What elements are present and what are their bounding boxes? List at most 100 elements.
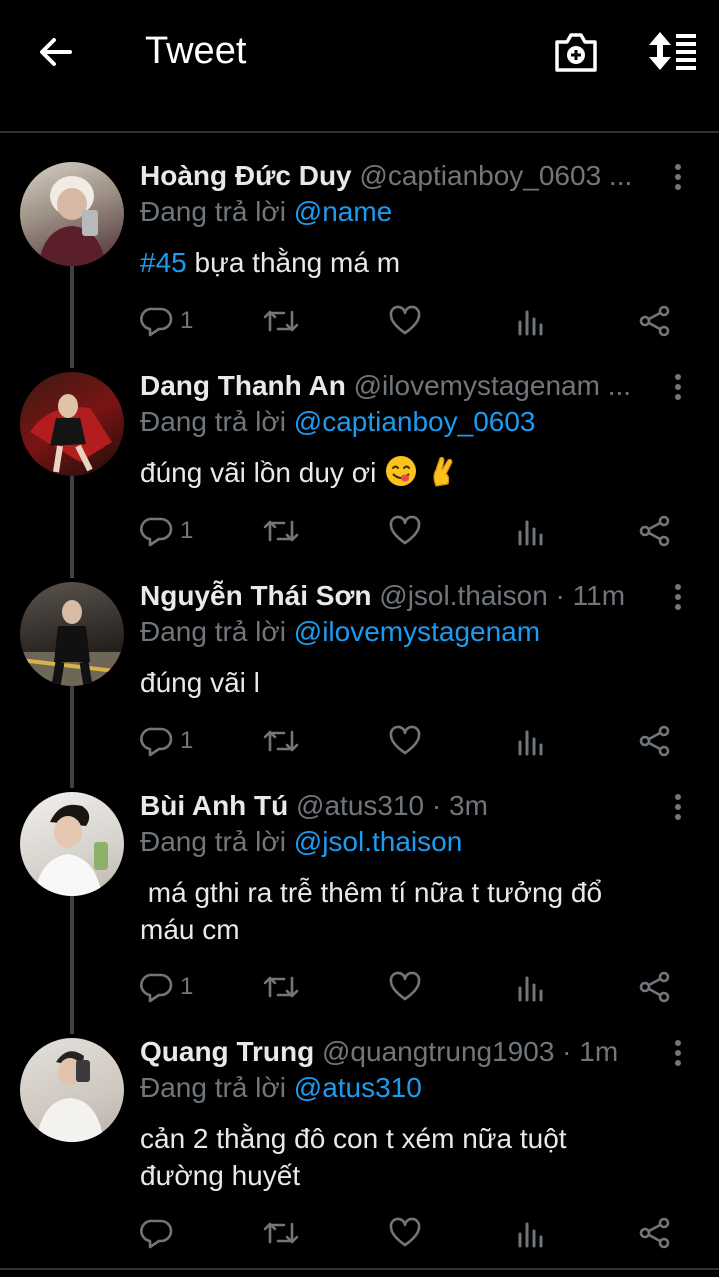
reply-count: 1 bbox=[180, 517, 194, 544]
replying-to: Đang trả lời @name bbox=[140, 196, 392, 228]
avatar[interactable] bbox=[20, 162, 124, 266]
like-button[interactable] bbox=[388, 1213, 422, 1253]
analytics-button[interactable] bbox=[514, 1213, 548, 1253]
avatar[interactable] bbox=[20, 582, 124, 686]
author-line: Nguyễn Thái Sơn @jsol.thaison · 11m bbox=[140, 580, 660, 618]
analytics-icon bbox=[518, 310, 543, 336]
mention-link[interactable]: @name bbox=[294, 196, 392, 227]
replying-to: Đang trả lời @atus310 bbox=[140, 1072, 422, 1104]
share-button[interactable] bbox=[638, 967, 672, 1007]
share-icon bbox=[639, 1217, 670, 1249]
heart-icon bbox=[389, 725, 421, 755]
analytics-icon bbox=[518, 1222, 543, 1248]
author-name[interactable]: Quang Trung bbox=[140, 1036, 314, 1067]
author-line: Quang Trung @quangtrung1903 · 1m bbox=[140, 1036, 660, 1074]
like-button[interactable] bbox=[388, 721, 422, 761]
action-bar: 1 bbox=[140, 721, 680, 761]
back-arrow-icon[interactable] bbox=[36, 32, 76, 72]
analytics-button[interactable] bbox=[514, 967, 548, 1007]
retweet-button[interactable] bbox=[262, 511, 300, 551]
retweet-icon bbox=[263, 310, 299, 332]
tweet-body: đúng vãi lồn duy ơi bbox=[140, 457, 377, 488]
hashtag-link[interactable]: #45 bbox=[140, 247, 187, 278]
tweet[interactable]: Hoàng Đức Duy @captianboy_0603 ... Đang … bbox=[0, 160, 719, 360]
sort-replies-icon[interactable] bbox=[646, 30, 698, 72]
author-name[interactable]: Dang Thanh An bbox=[140, 370, 346, 401]
reply-button[interactable]: 1 bbox=[140, 721, 193, 761]
tweet-body-line: đường huyết bbox=[140, 1160, 301, 1191]
heart-icon bbox=[389, 971, 421, 1001]
avatar[interactable] bbox=[20, 1038, 124, 1142]
reply-button[interactable]: 1 bbox=[140, 301, 193, 341]
share-button[interactable] bbox=[638, 511, 672, 551]
reply-count: 1 bbox=[180, 727, 194, 754]
yum-emoji bbox=[386, 456, 417, 486]
more-options-icon[interactable] bbox=[668, 582, 688, 612]
mention-link[interactable]: @atus310 bbox=[294, 1072, 422, 1103]
analytics-button[interactable] bbox=[514, 511, 548, 551]
header-divider bbox=[0, 131, 719, 133]
tweet-text: má gthi ra trễ thêm tí nữa t tưởng đổ má… bbox=[140, 874, 680, 948]
tweet-text: đúng vãi l bbox=[140, 664, 680, 701]
page-title: Tweet bbox=[145, 30, 247, 72]
retweet-button[interactable] bbox=[262, 967, 300, 1007]
avatar[interactable] bbox=[20, 792, 124, 896]
retweet-icon bbox=[263, 730, 299, 752]
tweet[interactable]: Nguyễn Thái Sơn @jsol.thaison · 11m Đang… bbox=[0, 580, 719, 780]
share-button[interactable] bbox=[638, 1213, 672, 1253]
author-name[interactable]: Bùi Anh Tú bbox=[140, 790, 288, 821]
analytics-button[interactable] bbox=[514, 301, 548, 341]
action-bar bbox=[140, 1213, 680, 1253]
top-bar: Tweet bbox=[0, 0, 719, 132]
like-button[interactable] bbox=[388, 301, 422, 341]
mention-link[interactable]: @ilovemystagenam bbox=[294, 616, 540, 647]
reply-button[interactable] bbox=[140, 1213, 180, 1253]
author-handle[interactable]: @ilovemystagenam ... bbox=[354, 370, 631, 401]
author-handle[interactable]: @atus310 · 3m bbox=[296, 790, 488, 821]
replying-to-label: Đang trả lời bbox=[140, 406, 294, 437]
share-icon bbox=[639, 725, 670, 757]
tweet[interactable]: Dang Thanh An @ilovemystagenam ... Đang … bbox=[0, 370, 719, 570]
tweet-body: đúng vãi l bbox=[140, 667, 260, 698]
tweet[interactable]: Bùi Anh Tú @atus310 · 3m Đang trả lời @j… bbox=[0, 790, 719, 1026]
author-handle[interactable]: @jsol.thaison · 11m bbox=[379, 580, 625, 611]
tweet[interactable]: Quang Trung @quangtrung1903 · 1m Đang tr… bbox=[0, 1036, 719, 1266]
tweet-body-line: máu cm bbox=[140, 914, 240, 945]
reply-button[interactable]: 1 bbox=[140, 967, 193, 1007]
author-handle[interactable]: @quangtrung1903 · 1m bbox=[322, 1036, 618, 1067]
heart-icon bbox=[389, 515, 421, 545]
replying-to: Đang trả lời @jsol.thaison bbox=[140, 826, 462, 858]
share-button[interactable] bbox=[638, 301, 672, 341]
camera-add-icon[interactable] bbox=[553, 30, 599, 74]
retweet-button[interactable] bbox=[262, 721, 300, 761]
share-button[interactable] bbox=[638, 721, 672, 761]
action-bar: 1 bbox=[140, 967, 680, 1007]
retweet-button[interactable] bbox=[262, 1213, 300, 1253]
mention-link[interactable]: @captianboy_0603 bbox=[294, 406, 536, 437]
analytics-icon bbox=[518, 730, 543, 756]
author-handle[interactable]: @captianboy_0603 ... bbox=[359, 160, 632, 191]
tweet-text: cản 2 thằng đô con t xém nữa tuột đường … bbox=[140, 1120, 680, 1194]
more-options-icon[interactable] bbox=[668, 162, 688, 192]
avatar[interactable] bbox=[20, 372, 124, 476]
like-button[interactable] bbox=[388, 967, 422, 1007]
crossed-fingers-emoji bbox=[433, 456, 453, 487]
like-button[interactable] bbox=[388, 511, 422, 551]
reply-icon bbox=[140, 973, 173, 1003]
retweet-button[interactable] bbox=[262, 301, 300, 341]
more-options-icon[interactable] bbox=[668, 1038, 688, 1068]
author-name[interactable]: Nguyễn Thái Sơn bbox=[140, 580, 371, 611]
more-options-icon[interactable] bbox=[668, 372, 688, 402]
analytics-button[interactable] bbox=[514, 721, 548, 761]
more-options-icon[interactable] bbox=[668, 792, 688, 822]
retweet-icon bbox=[263, 1222, 299, 1244]
share-icon bbox=[639, 971, 670, 1003]
share-icon bbox=[639, 515, 670, 547]
analytics-icon bbox=[518, 520, 543, 546]
heart-icon bbox=[389, 1217, 421, 1247]
mention-link[interactable]: @jsol.thaison bbox=[294, 826, 463, 857]
reply-button[interactable]: 1 bbox=[140, 511, 193, 551]
author-name[interactable]: Hoàng Đức Duy bbox=[140, 160, 352, 191]
replying-to: Đang trả lời @ilovemystagenam bbox=[140, 616, 540, 648]
reply-icon bbox=[140, 307, 173, 337]
